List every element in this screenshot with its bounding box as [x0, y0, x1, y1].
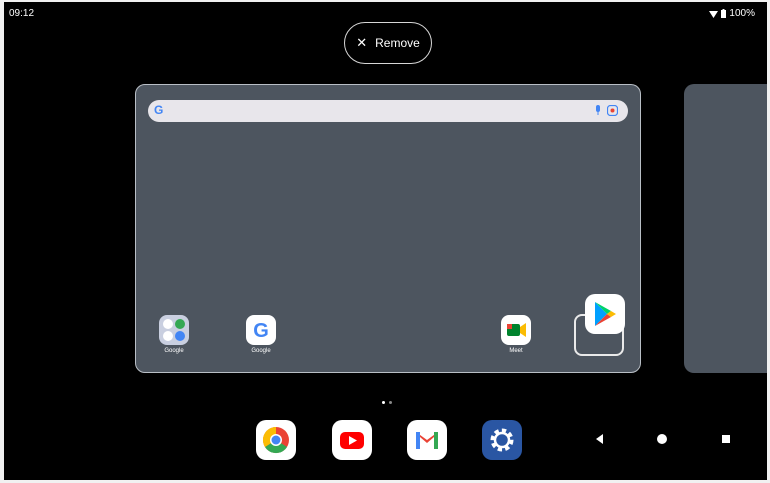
back-button[interactable] — [593, 432, 605, 446]
svg-text:G: G — [253, 320, 269, 342]
remove-button[interactable]: ✕ Remove — [344, 22, 432, 64]
app-google[interactable]: G Google — [236, 315, 286, 354]
status-bar: 09:12 100% — [9, 8, 755, 22]
chrome-icon[interactable] — [256, 420, 296, 460]
app-label: Meet — [509, 348, 523, 354]
recents-button[interactable] — [720, 432, 732, 446]
battery-level: 100% — [729, 8, 755, 19]
lens-icon[interactable] — [607, 105, 618, 116]
page-dot-active — [382, 401, 385, 404]
home-page-preview: G Google G Google Meet — [135, 84, 641, 373]
search-bar[interactable]: G — [148, 100, 628, 122]
next-page-preview[interactable] — [684, 84, 767, 373]
youtube-icon[interactable] — [332, 420, 372, 460]
home-button[interactable] — [655, 432, 669, 446]
settings-icon[interactable] — [482, 420, 522, 460]
gmail-icon[interactable] — [407, 420, 447, 460]
status-time: 09:12 — [9, 8, 35, 19]
app-label: Google — [251, 348, 271, 354]
app-folder-google[interactable]: Google — [149, 315, 199, 354]
play-store-icon[interactable] — [585, 294, 625, 334]
status-right: 100% — [709, 8, 755, 19]
folder-icon — [159, 315, 189, 345]
meet-icon — [501, 315, 531, 345]
remove-label: Remove — [375, 36, 420, 50]
google-g-icon: G — [154, 103, 164, 117]
google-icon: G — [246, 315, 276, 345]
app-meet[interactable]: Meet — [491, 315, 541, 354]
close-icon: ✕ — [356, 35, 368, 50]
page-indicator — [382, 401, 392, 404]
battery-icon — [721, 9, 727, 18]
wifi-icon — [709, 10, 719, 18]
screen: 09:12 100% ✕ Remove G Google G Google Me… — [4, 2, 767, 480]
page-dot — [389, 401, 392, 404]
mic-icon[interactable] — [595, 105, 601, 115]
app-label: Google — [164, 348, 184, 354]
